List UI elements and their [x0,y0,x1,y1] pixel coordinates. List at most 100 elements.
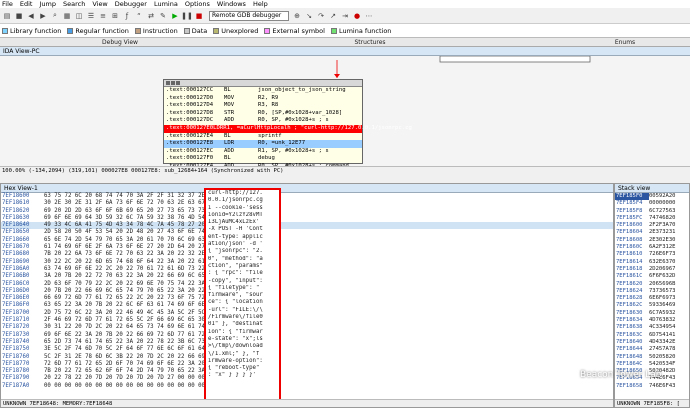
hex-row[interactable]: 7EF18680 7B 20 22 6A 73 6F 6E 72 70 63 22… [1,251,613,258]
func-icon[interactable]: ƒ [122,11,132,21]
data-icon[interactable]: ≡ [98,11,108,21]
hex-row[interactable]: 7EF18760 5C 2F 31 2E 78 6D 6C 3B 22 20 7D… [1,354,613,361]
hex-row[interactable]: 7EF186E0 66 69 72 6D 77 61 72 65 22 2C 20… [1,295,613,302]
stack-row[interactable]: 7EF1863C 6D754141 [615,332,689,339]
hex-row[interactable]: 7EF18720 30 31 22 20 7D 2C 20 22 64 65 73… [1,324,613,331]
hex-row[interactable]: 7EF187A0 00 00 00 00 00 00 00 00 00 00 00… [1,383,613,390]
menu-item-help[interactable]: Help [253,0,268,8]
string-icon[interactable]: “ [134,11,144,21]
stack-row[interactable]: 7EF18628 6E6F6973 [615,295,689,302]
stack-row[interactable]: 7EF18640 4D43342E [615,339,689,346]
disasm-line[interactable]: .text:000127EC ADD R1, SP, #0x1028+s ; s [164,148,362,156]
menu-item-debugger[interactable]: Debugger [115,0,147,8]
stack-row[interactable]: 7EF18644 27457A78 [615,346,689,353]
stack-row[interactable]: 7EF18630 6C7A5932 [615,310,689,317]
hex-row[interactable]: 7EF18740 65 2D 73 74 61 74 65 22 3A 20 22… [1,339,613,346]
menu-item-lumina[interactable]: Lumina [154,0,178,8]
stack-row[interactable]: 7EF18624 73736573 [615,288,689,295]
hex-row[interactable]: 7EF18630 69 6F 6E 69 64 3D 59 32 6C 7A 59… [1,215,613,222]
hex-row[interactable]: 7EF18650 2D 58 20 50 4F 53 54 20 2D 48 20… [1,229,613,236]
tab-enums[interactable]: Enums [570,38,680,47]
menu-item-edit[interactable]: Edit [20,0,33,8]
stack-row[interactable]: 7EF18620 2065696B [615,281,689,288]
stack-row[interactable]: 7EF185F0 00592A20 [615,193,689,201]
stack-row[interactable]: 7EF1862C 59336469 [615,302,689,309]
hex-rows[interactable]: 7EF18600 63 75 72 6C 20 68 74 74 70 3A 2F… [1,193,613,390]
stack-row[interactable]: 7EF18610 726E6F73 [615,251,689,258]
stack-row[interactable]: 7EF18648 50205820 [615,354,689,361]
stack-row[interactable]: 7EF18600 2F2F3A70 [615,222,689,229]
hex-row[interactable]: 7EF18690 30 22 2C 20 22 6D 65 74 68 6F 64… [1,259,613,266]
disasm-line[interactable]: .text:000127CC BL json_object_to_json_stri… [164,87,362,95]
disasm-line[interactable]: .text:000127E0 LDR R1, =aCurlHttpLocalh ; … [164,124,412,133]
tab-debug-view[interactable]: Debug View [60,38,180,47]
back-icon[interactable]: ◀ [26,11,36,21]
hex-row[interactable]: 7EF186D0 20 7B 20 22 66 69 6C 65 74 79 70… [1,288,613,295]
attach-icon[interactable]: ⊕ [292,11,302,21]
stack-row[interactable]: 7EF18614 632E6370 [615,259,689,266]
hex-row[interactable]: 7EF18610 30 2E 30 2E 31 2F 6A 73 6F 6E 72… [1,200,613,207]
hex-row[interactable]: 7EF18730 69 6F 6E 22 3A 20 7B 20 22 66 69… [1,332,613,339]
hex-row[interactable]: 7EF18750 3E 5C 2F 74 6D 70 5C 2F 64 6F 77… [1,346,613,353]
tab-structures[interactable]: Structures [310,38,430,47]
hex-row[interactable]: 7EF18710 2F 46 69 72 6D 77 61 72 65 5C 2F… [1,317,613,324]
stack-row[interactable]: 7EF18604 2E373231 [615,229,689,236]
disasm-line[interactable]: .text:000127E4 BL sprintf [164,133,362,141]
stack-row[interactable]: 7EF18638 4C334954 [615,324,689,331]
disasm-line[interactable]: .text:000127D4 MOV R3, R8 [164,102,362,110]
hex-row[interactable]: 7EF18790 20 22 78 22 20 7D 20 7D 20 7D 20… [1,375,613,382]
disasm-line[interactable]: .text:000127D0 MOV R2, R9 [164,95,362,103]
hex-row[interactable]: 7EF186F0 63 65 22 3A 20 7B 20 22 6C 6F 63… [1,302,613,309]
disasm-line[interactable]: .text:000127F0 BL debug [164,155,362,163]
stack-row[interactable]: 7EF18618 2D206967 [615,266,689,273]
step-over-icon[interactable]: ↷ [316,11,326,21]
patch-icon[interactable]: ✎ [158,11,168,21]
menu-item-view[interactable]: View [92,0,107,8]
struct-icon[interactable]: ⊞ [110,11,120,21]
disasm-line[interactable]: .text:000127D8 STR R0, [SP,#0x1028+var_102… [164,110,362,118]
save-icon[interactable]: ■ [14,11,24,21]
stop-icon[interactable]: ■ [194,11,204,21]
stack-row[interactable]: 7EF185F8 6C727563 [615,208,689,215]
hex-row[interactable]: 7EF186A0 63 74 69 6F 6E 22 2C 20 22 70 61… [1,266,613,273]
hex-row[interactable]: 7EF18770 72 6D 77 61 72 65 2D 6F 70 74 69… [1,361,613,368]
breakpoint-icon[interactable]: ● [352,11,362,21]
hex-row[interactable]: 7EF18640 49 33 4C 6A 41 75 4D 43 34 78 4C… [1,222,613,230]
stack-row[interactable]: 7EF1860C 6A2F312E [615,244,689,251]
hex-row[interactable]: 7EF18600 63 75 72 6C 20 68 74 74 70 3A 2F… [1,193,613,200]
ascii-column[interactable]: curl-http://127. 0.0.1/jsonrpc.cg i --cook… [204,188,281,406]
stack-rows[interactable]: 7EF185F0 00592A20 7EF185F4 00000000 7EF185F8… [615,193,689,390]
hex-row[interactable]: 7EF18620 69 20 2D 2D 63 6F 6F 6B 69 65 20… [1,208,613,215]
stack-row[interactable]: 7EF18658 746E6F43 [615,383,689,390]
code-block[interactable]: .text:000127CC BL json_object_to_json_stri… [163,79,412,169]
debugger-select[interactable]: Remote GDB debugger [209,10,289,21]
menu-item-options[interactable]: Options [185,0,210,8]
hex-icon[interactable]: ▦ [62,11,72,21]
disasm-line[interactable]: .text:000127DC ADD R0, SP, #0x1028+s ; s [164,117,362,125]
hex-row[interactable]: 7EF18700 2D 75 72 6C 22 3A 20 22 46 49 4C… [1,310,613,317]
trace-icon[interactable]: ⋯ [364,11,374,21]
hex-row[interactable]: 7EF186B0 3A 20 7B 20 22 72 70 63 22 3A 20… [1,273,613,280]
stack-row[interactable]: 7EF1864C 5420534F [615,361,689,368]
hex-row[interactable]: 7EF18660 65 6E 74 2D 54 79 70 65 3A 20 61… [1,237,613,244]
pause-icon[interactable]: ❚❚ [181,11,193,21]
run-icon[interactable]: ▶ [170,11,180,21]
disasm-line[interactable]: .text:000127E8 LDR R0, =unk_12E77 [164,140,362,148]
graph-icon[interactable]: ◫ [74,11,84,21]
stack-row[interactable]: 7EF1861C 6F6F632D [615,273,689,280]
menu-item-file[interactable]: File [2,0,13,8]
graph-area[interactable]: .text:000127CC BL json_object_to_json_stri… [0,56,690,169]
stack-row[interactable]: 7EF18634 4D763832 [615,317,689,324]
code-icon[interactable]: ☰ [86,11,96,21]
xref-icon[interactable]: ⇄ [146,11,156,21]
open-icon[interactable]: ▤ [2,11,12,21]
menu-item-search[interactable]: Search [63,0,85,8]
hex-row[interactable]: 7EF18780 7B 20 22 72 65 62 6F 6F 74 2D 74… [1,368,613,375]
menu-item-jump[interactable]: Jump [39,0,56,8]
run-to-cursor-icon[interactable]: ⇥ [340,11,350,21]
stack-row[interactable]: 7EF18608 2E302E30 [615,237,689,244]
stack-row[interactable]: 7EF185FC 74746820 [615,215,689,222]
stack-row[interactable]: 7EF185F4 00000000 [615,200,689,207]
step-into-icon[interactable]: ↘ [304,11,314,21]
search-icon[interactable]: ⌕ [50,11,60,21]
